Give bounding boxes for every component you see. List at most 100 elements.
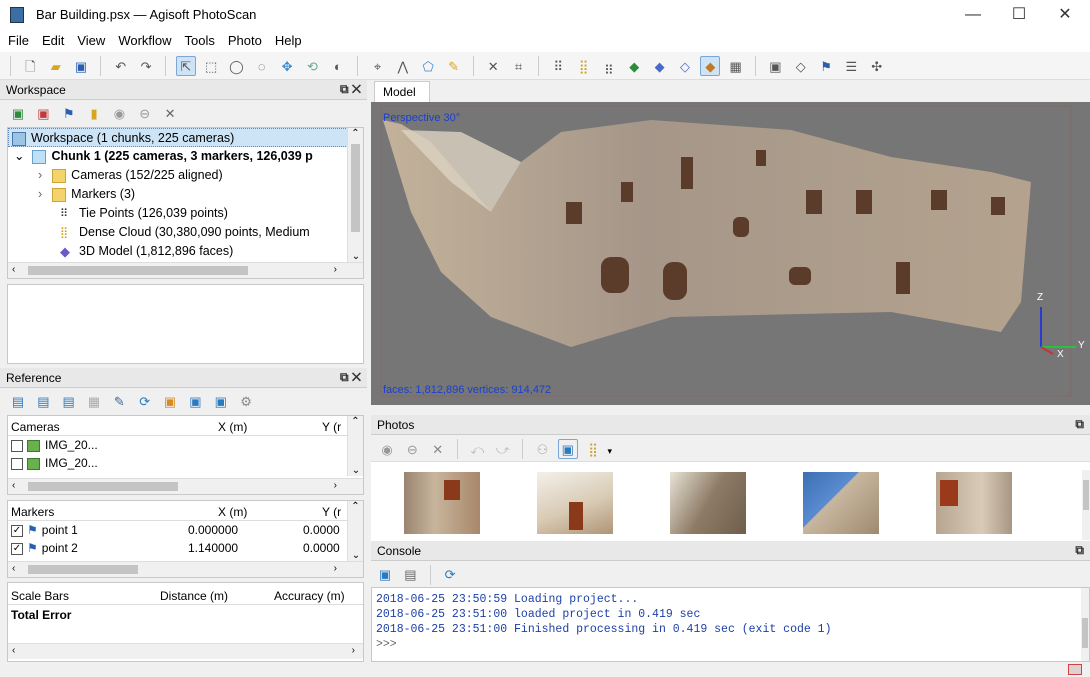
navigation-icon[interactable]: ⇱	[175, 56, 196, 76]
photos-scrollbar[interactable]	[1082, 470, 1090, 540]
scroll-up-icon[interactable]: ⌃	[348, 128, 363, 139]
scroll-thumb[interactable]	[351, 144, 360, 232]
update-icon[interactable]: ⟳	[135, 392, 155, 412]
marker-checkbox[interactable]: ✓	[11, 542, 23, 555]
camera-checkbox[interactable]	[11, 439, 23, 452]
scroll-down-icon[interactable]: ⌄	[348, 550, 364, 561]
model-shaded-icon[interactable]: ◆	[624, 57, 644, 77]
reference-panel-controls[interactable]: ⧉ ✕	[340, 370, 361, 385]
chevron-right-icon[interactable]: ›	[38, 187, 42, 201]
column-header-x[interactable]: X (m)	[218, 420, 247, 434]
model-viewport[interactable]: Perspective 30° faces: 1,812,896 vertice…	[371, 102, 1090, 405]
add-photos-icon[interactable]: ▣	[33, 104, 53, 124]
photo-thumbnail[interactable]	[936, 472, 1012, 534]
model-wireframe-icon[interactable]: ◇	[675, 57, 695, 77]
console-scrollbar[interactable]	[1081, 588, 1089, 661]
photo-thumbnail[interactable]	[803, 472, 879, 534]
tree-item-3d-model[interactable]: ◆ 3D Model (1,812,896 faces)	[8, 242, 348, 261]
enable-icon[interactable]: ◉	[377, 440, 397, 460]
scroll-thumb[interactable]	[28, 565, 138, 574]
scroll-left-icon[interactable]: ‹	[12, 480, 15, 491]
show-shapes-icon[interactable]: ◇	[791, 57, 811, 77]
scroll-left-icon[interactable]: ‹	[12, 645, 15, 656]
chevron-right-icon[interactable]: ›	[38, 168, 42, 182]
minimize-button[interactable]: —	[950, 0, 996, 30]
ruler-icon[interactable]: ⌖	[368, 57, 388, 77]
scroll-up-icon[interactable]: ⌃	[348, 501, 363, 512]
column-header-y[interactable]: Y (r	[322, 505, 341, 519]
photos-panel-float-icon[interactable]: ⧉	[1075, 417, 1084, 432]
delete-selection-icon[interactable]: ✕	[483, 57, 503, 77]
table-row[interactable]: IMG_20...	[8, 454, 363, 472]
view-errors-icon[interactable]: ▣	[211, 392, 231, 412]
scroll-thumb[interactable]	[28, 482, 178, 491]
dense-cloud-classes-icon[interactable]: ⣶	[599, 57, 619, 77]
remove-items-icon[interactable]: ✕	[160, 104, 180, 124]
column-header-scale-bars[interactable]: Scale Bars	[11, 589, 69, 603]
reset-filter-icon[interactable]: ▣	[557, 439, 578, 459]
table-row[interactable]: IMG_20...	[8, 436, 363, 454]
menu-view[interactable]: View	[69, 30, 110, 48]
rotate-object-icon[interactable]: ⟲	[302, 57, 322, 77]
cameras-vertical-scrollbar[interactable]: ⌃ ⌄	[347, 416, 363, 476]
marker-checkbox[interactable]: ✓	[11, 524, 23, 537]
new-icon[interactable]: 🗋	[20, 57, 40, 77]
table-row[interactable]: ✓ ⚑ point 1 0.000000 0.0000	[8, 521, 363, 539]
save-log-icon[interactable]: ▣	[375, 565, 395, 585]
view-estimated-icon[interactable]: ▣	[185, 392, 205, 412]
tree-item-markers[interactable]: › Markers (3)	[8, 185, 348, 204]
model-textured-icon[interactable]: ◆	[700, 56, 721, 76]
show-markers-icon[interactable]: ⚑	[816, 57, 836, 77]
dense-cloud-view-icon[interactable]: ⣿	[574, 57, 594, 77]
scroll-down-icon[interactable]: ⌄	[348, 251, 364, 262]
tree-chunk-1[interactable]: ⌄ Chunk 1 (225 cameras, 3 markers, 126,03…	[8, 147, 348, 166]
scroll-right-icon[interactable]: ›	[334, 563, 337, 574]
menu-file[interactable]: File	[0, 30, 34, 48]
tree-item-cameras[interactable]: › Cameras (152/225 aligned)	[8, 166, 348, 185]
console-output[interactable]: 2018-06-25 23:50:59 Loading project... 2…	[371, 587, 1090, 662]
draw-polygon-icon[interactable]: ⬠	[418, 57, 438, 77]
view-source-icon[interactable]: ▣	[160, 392, 180, 412]
remove-icon[interactable]: ✕	[428, 440, 448, 460]
workspace-panel-controls[interactable]: ⧉ ✕	[340, 82, 361, 97]
scale-bars-horizontal-scrollbar[interactable]: ‹ ›	[8, 643, 363, 659]
table-row[interactable]: ✓ ⚑ point 2 1.140000 0.0000	[8, 539, 363, 557]
add-markers-icon[interactable]: ▮	[84, 104, 104, 124]
tiled-model-icon[interactable]: ▦	[726, 57, 746, 77]
scroll-thumb[interactable]	[1083, 480, 1089, 510]
disable-icon[interactable]: ⊖	[402, 440, 422, 460]
close-button[interactable]: ✕	[1042, 0, 1088, 30]
clear-log-icon[interactable]: ▤	[400, 565, 420, 585]
column-header-markers[interactable]: Markers	[11, 505, 54, 519]
column-header-cameras[interactable]: Cameras	[11, 420, 60, 434]
show-trackball-icon[interactable]: ✣	[867, 57, 887, 77]
markers-vertical-scrollbar[interactable]: ⌃ ⌄	[347, 501, 363, 561]
rotate-left-icon[interactable]: ⤺	[467, 440, 487, 460]
binoculars-icon[interactable]: ⚇	[532, 440, 552, 460]
cameras-horizontal-scrollbar[interactable]: ‹ ›	[8, 478, 363, 494]
point-cloud-icon[interactable]: ⠿	[548, 57, 568, 77]
export-icon[interactable]: ▤	[33, 392, 53, 412]
dropdown-arrow-icon[interactable]: ▾	[607, 446, 612, 456]
scroll-thumb[interactable]	[1082, 618, 1088, 648]
menu-edit[interactable]: Edit	[34, 30, 69, 48]
draw-point-icon[interactable]: ✎	[444, 57, 464, 77]
convert-icon[interactable]: ▤	[59, 392, 79, 412]
photo-thumbnail[interactable]	[404, 472, 480, 534]
move-object-icon[interactable]: ✥	[277, 57, 297, 77]
tab-model[interactable]: Model	[374, 81, 430, 102]
scroll-up-icon[interactable]: ⌃	[348, 416, 363, 427]
add-folder-icon[interactable]: ⚑	[59, 104, 79, 124]
undo-icon[interactable]: ↶	[111, 57, 131, 77]
add-chunk-icon[interactable]: ▣	[8, 104, 28, 124]
column-header-x[interactable]: X (m)	[218, 505, 247, 519]
maximize-button[interactable]: ☐	[996, 0, 1042, 30]
redo-icon[interactable]: ↷	[136, 57, 156, 77]
menu-photo[interactable]: Photo	[220, 30, 267, 48]
import-icon[interactable]: ▤	[8, 392, 28, 412]
tree-item-dense-cloud[interactable]: ⣿ Dense Cloud (30,380,090 points, Medium	[8, 223, 348, 242]
view-mode-icon[interactable]: ⣿	[583, 440, 603, 460]
show-region-icon[interactable]: ☰	[841, 57, 861, 77]
crop-selection-icon[interactable]: ⌗	[509, 57, 529, 77]
disable-icon[interactable]: ⊖	[135, 104, 155, 124]
